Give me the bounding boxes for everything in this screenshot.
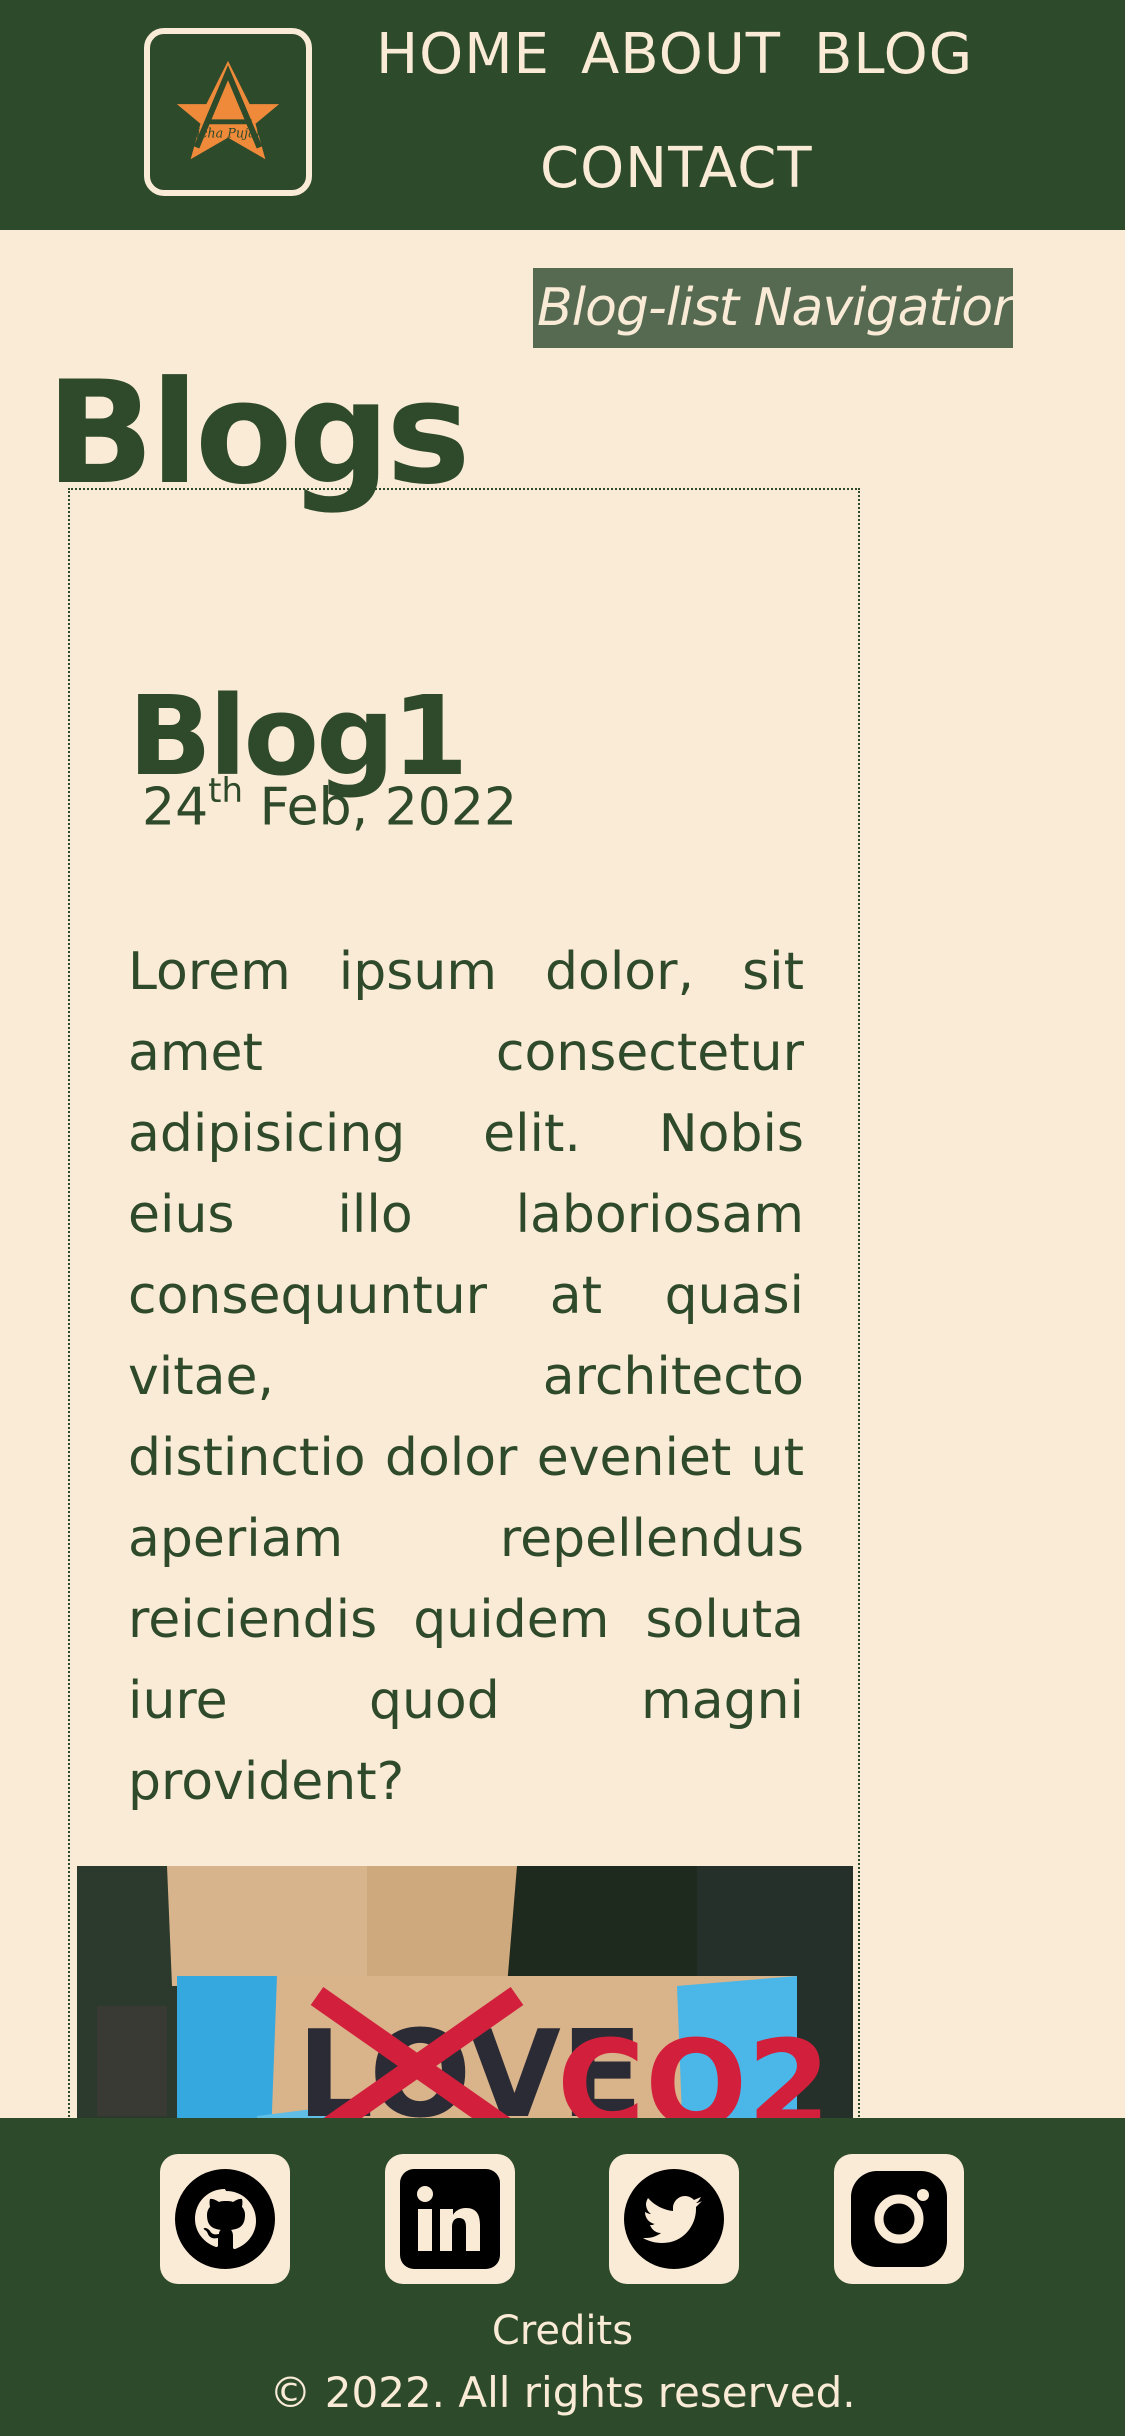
blog-list-navigation-button[interactable]: Blog-list Navigation: [533, 268, 1013, 348]
nav-about[interactable]: ABOUT: [581, 22, 781, 87]
logo-text: Richa Pujara: [186, 127, 270, 142]
credits-link[interactable]: Credits: [0, 2308, 1125, 2354]
blog-body: Lorem ipsum dolor, sit amet consectetur …: [128, 942, 804, 1812]
instagram-icon: [851, 2171, 947, 2267]
nav-blog[interactable]: BLOG: [814, 22, 973, 87]
logo-icon: Richa Pujara: [176, 60, 280, 160]
twitter-icon: [624, 2169, 724, 2269]
site-header: Richa Pujara HOME ABOUT BLOG CONTACT: [0, 0, 1125, 230]
linkedin-link[interactable]: [385, 2154, 515, 2284]
date-suffix: th: [208, 771, 244, 811]
twitter-link[interactable]: [609, 2154, 739, 2284]
site-footer: Credits © 2022. All rights reserved.: [0, 2118, 1125, 2436]
copyright-text: © 2022. All rights reserved.: [269, 2368, 856, 2417]
nav-contact[interactable]: CONTACT: [540, 136, 813, 201]
blog-card: Blog1 24th Feb, 2022 Lorem ipsum dolor, …: [68, 488, 860, 2248]
site-logo[interactable]: Richa Pujara: [144, 28, 312, 196]
linkedin-icon: [400, 2169, 500, 2269]
page-title: Blogs: [46, 351, 471, 517]
github-link[interactable]: [160, 2154, 290, 2284]
blog-date: 24th Feb, 2022: [142, 771, 518, 838]
github-icon: [175, 2169, 275, 2269]
nav-home[interactable]: HOME: [376, 22, 550, 87]
date-rest: Feb, 2022: [243, 777, 518, 838]
instagram-link[interactable]: [834, 2154, 964, 2284]
date-day: 24: [142, 777, 209, 838]
